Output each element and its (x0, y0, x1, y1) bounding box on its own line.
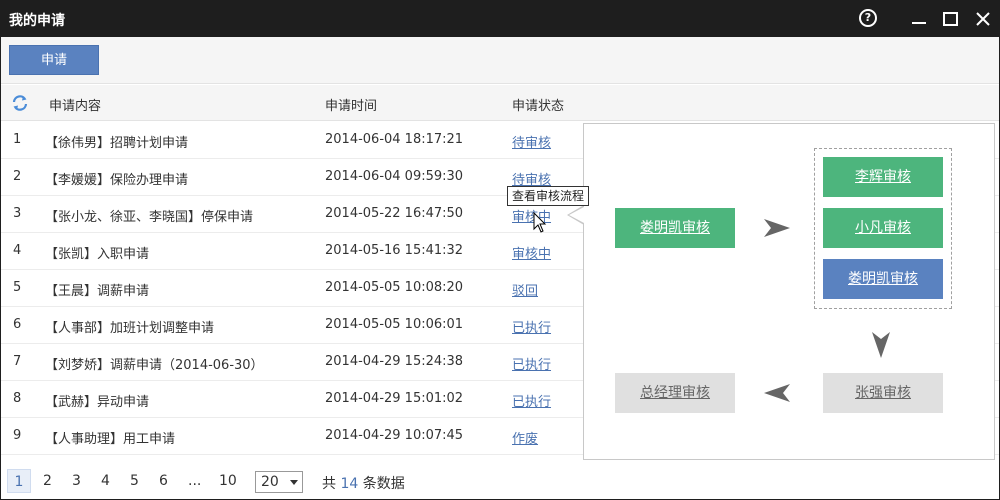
row-time: 2014-05-16 15:41:32 (325, 243, 464, 258)
row-number: 8 (13, 391, 22, 406)
row-number: 6 (13, 317, 22, 332)
flow-node-group-3[interactable]: 娄明凯审核 (823, 259, 943, 299)
page-10-button[interactable]: 10 (219, 473, 237, 489)
row-time: 2014-04-29 15:24:38 (325, 354, 464, 369)
row-time: 2014-05-22 16:47:50 (325, 206, 464, 221)
flow-node-final[interactable]: 总经理审核 (615, 373, 735, 413)
column-header-content[interactable]: 申请内容 (49, 95, 101, 114)
tooltip-view-flow: 查看审核流程 (507, 186, 590, 206)
row-status-link[interactable]: 驳回 (512, 280, 538, 299)
dropdown-arrow-icon (290, 480, 298, 485)
row-content: 【王晨】调薪申请 (45, 284, 150, 299)
table-header: 申请内容 申请时间 申请状态 (1, 85, 999, 121)
row-time: 2014-04-29 10:07:45 (325, 428, 464, 443)
apply-button[interactable]: 申请 (9, 45, 99, 75)
arrow-right-icon (764, 219, 790, 237)
row-time: 2014-06-04 18:17:21 (325, 132, 464, 147)
minimize-icon[interactable] (909, 9, 929, 29)
column-header-time[interactable]: 申请时间 (325, 95, 377, 114)
row-content: 【刘梦娇】调薪申请（2014-06-30） (45, 358, 264, 373)
row-time: 2014-06-04 09:59:30 (325, 169, 464, 184)
row-number: 3 (13, 206, 22, 221)
flow-node-next[interactable]: 张强审核 (823, 373, 943, 413)
flow-node-group-1[interactable]: 李辉审核 (823, 157, 943, 197)
page-size-value: 20 (261, 474, 279, 490)
approval-flow-popover: 娄明凯审核 李辉审核 小凡审核 娄明凯审核 张强审核 总经理审核 (583, 123, 995, 460)
row-status-link[interactable]: 已执行 (512, 354, 551, 373)
maximize-icon[interactable] (941, 9, 961, 29)
page-1-button[interactable]: 1 (7, 469, 31, 493)
arrow-down-icon (872, 332, 890, 358)
page-3-button[interactable]: 3 (72, 473, 81, 489)
row-number: 9 (13, 428, 22, 443)
pagination: 1 2 3 4 5 6 ... 10 20 共 14 条数据 (1, 463, 999, 499)
page-5-button[interactable]: 5 (130, 473, 139, 489)
row-content: 【李媛媛】保险办理申请 (45, 173, 189, 188)
row-content: 【张凯】入职申请 (45, 247, 150, 262)
row-content: 【张小龙、徐亚、李晓国】停保申请 (45, 210, 254, 225)
row-content: 【人事助理】用工申请 (45, 432, 176, 447)
row-time: 2014-04-29 15:01:02 (325, 391, 464, 406)
total-count-label: 共 14 条数据 (322, 476, 405, 492)
toolbar: 申请 (1, 37, 999, 84)
row-time: 2014-05-05 10:08:20 (325, 280, 464, 295)
row-number: 4 (13, 243, 22, 258)
mouse-cursor-icon (533, 212, 547, 233)
row-status-link[interactable]: 已执行 (512, 391, 551, 410)
row-time: 2014-05-05 10:06:01 (325, 317, 464, 332)
row-number: 7 (13, 354, 22, 369)
close-icon[interactable] (973, 9, 993, 29)
row-number: 2 (13, 169, 22, 184)
row-content: 【武赫】异动申请 (45, 395, 150, 410)
row-number: 1 (13, 132, 22, 147)
flow-node-group-2[interactable]: 小凡审核 (823, 208, 943, 248)
page-6-button[interactable]: 6 (159, 473, 168, 489)
row-content: 【人事部】加班计划调整申请 (45, 321, 215, 336)
refresh-icon[interactable] (11, 94, 29, 112)
flow-node-start[interactable]: 娄明凯审核 (615, 208, 735, 248)
window-title: 我的申请 (9, 13, 65, 29)
row-status-link[interactable]: 已执行 (512, 317, 551, 336)
title-bar: 我的申请 ? (1, 1, 999, 37)
help-icon[interactable]: ? (859, 9, 879, 29)
my-applications-window: 我的申请 ? 申请 申请内容 申请时间 申请状态 1 【徐伟男】招聘计划申请 201… (0, 0, 1000, 500)
page-4-button[interactable]: 4 (101, 473, 110, 489)
page-size-select[interactable]: 20 (255, 471, 303, 493)
row-content: 【徐伟男】招聘计划申请 (45, 136, 189, 151)
arrow-left-icon (764, 384, 790, 402)
row-status-link[interactable]: 审核中 (512, 243, 551, 262)
page-ellipsis: ... (188, 473, 202, 489)
row-number: 5 (13, 280, 22, 295)
row-status-link[interactable]: 作废 (512, 428, 538, 447)
column-header-status[interactable]: 申请状态 (512, 95, 564, 114)
page-2-button[interactable]: 2 (43, 473, 52, 489)
row-status-link[interactable]: 待审核 (512, 132, 551, 151)
